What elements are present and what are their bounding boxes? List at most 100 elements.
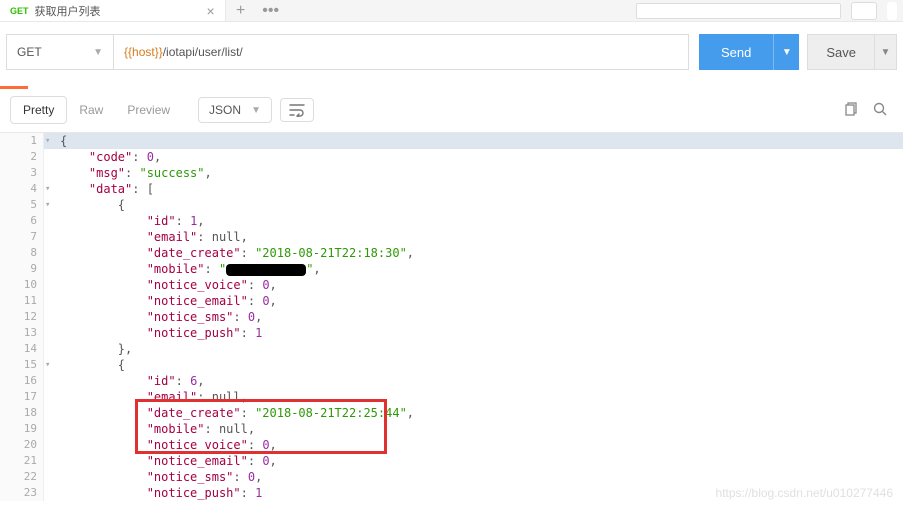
save-button[interactable]: Save [807, 34, 875, 70]
redacted-value [226, 264, 306, 276]
code-line[interactable]: 13 "notice_push": 1 [0, 325, 903, 341]
method-select[interactable]: GET ▼ [6, 34, 114, 70]
env-preview-button[interactable] [851, 2, 877, 20]
format-select[interactable]: JSON ▼ [198, 97, 272, 123]
code-line[interactable]: 6 "id": 1, [0, 213, 903, 229]
line-number: 16 [0, 373, 44, 389]
code-line[interactable]: 4▾ "data": [ [0, 181, 903, 197]
line-number: 17 [0, 389, 44, 405]
line-number: 18 [0, 405, 44, 421]
fold-icon[interactable]: ▾ [44, 357, 54, 373]
code-content: "code": 0, [54, 149, 161, 165]
code-line[interactable]: 1▾{ [0, 133, 903, 149]
settings-button[interactable] [887, 2, 897, 20]
code-line[interactable]: 9 "mobile": "", [0, 261, 903, 277]
add-tab-button[interactable]: + [226, 2, 256, 20]
fold-icon [44, 213, 54, 229]
fold-icon[interactable]: ▾ [44, 133, 54, 149]
code-line[interactable]: 5▾ { [0, 197, 903, 213]
fold-icon [44, 373, 54, 389]
code-content: "date_create": "2018-08-21T22:25:44", [54, 405, 414, 421]
code-content: { [54, 133, 67, 149]
line-number: 19 [0, 421, 44, 437]
code-line[interactable]: 14 }, [0, 341, 903, 357]
save-dropdown[interactable]: ▼ [875, 34, 897, 70]
request-tab[interactable]: GET 获取用户列表 × [0, 0, 226, 21]
fold-icon [44, 341, 54, 357]
view-tab-preview[interactable]: Preview [115, 97, 182, 123]
code-line[interactable]: 12 "notice_sms": 0, [0, 309, 903, 325]
line-number: 2 [0, 149, 44, 165]
line-number: 13 [0, 325, 44, 341]
fold-icon [44, 405, 54, 421]
line-number: 23 [0, 485, 44, 501]
code-line[interactable]: 11 "notice_email": 0, [0, 293, 903, 309]
fold-icon [44, 325, 54, 341]
code-content: "notice_email": 0, [54, 293, 277, 309]
line-number: 10 [0, 277, 44, 293]
code-content: "notice_push": 1 [54, 325, 262, 341]
code-line[interactable]: 16 "id": 6, [0, 373, 903, 389]
fold-icon[interactable]: ▾ [44, 181, 54, 197]
code-content: "data": [ [54, 181, 154, 197]
fold-icon [44, 389, 54, 405]
view-tab-raw[interactable]: Raw [67, 97, 115, 123]
environment-selector[interactable] [636, 3, 841, 19]
code-line[interactable]: 15▾ { [0, 357, 903, 373]
fold-icon [44, 421, 54, 437]
send-dropdown[interactable]: ▼ [773, 34, 799, 70]
code-line[interactable]: 20 "notice_voice": 0, [0, 437, 903, 453]
fold-icon [44, 165, 54, 181]
code-line[interactable]: 18 "date_create": "2018-08-21T22:25:44", [0, 405, 903, 421]
line-number: 20 [0, 437, 44, 453]
line-number: 11 [0, 293, 44, 309]
code-content: "id": 6, [54, 373, 205, 389]
code-content: "email": null, [54, 229, 248, 245]
search-icon[interactable] [873, 102, 887, 119]
url-path: /iotapi/user/list/ [163, 45, 243, 59]
format-value: JSON [209, 103, 241, 117]
code-line[interactable]: 2 "code": 0, [0, 149, 903, 165]
code-line[interactable]: 8 "date_create": "2018-08-21T22:18:30", [0, 245, 903, 261]
fold-icon [44, 453, 54, 469]
code-line[interactable]: 10 "notice_voice": 0, [0, 277, 903, 293]
wrap-lines-button[interactable] [280, 98, 314, 122]
close-icon[interactable]: × [207, 3, 215, 19]
code-line[interactable]: 22 "notice_sms": 0, [0, 469, 903, 485]
response-body-editor[interactable]: 1▾{2 "code": 0,3 "msg": "success",4▾ "da… [0, 132, 903, 512]
tab-method-badge: GET [10, 6, 29, 16]
line-number: 14 [0, 341, 44, 357]
fold-icon [44, 293, 54, 309]
view-tab-pretty[interactable]: Pretty [10, 96, 67, 124]
fold-icon [44, 149, 54, 165]
code-content: "msg": "success", [54, 165, 212, 181]
code-line[interactable]: 21 "notice_email": 0, [0, 453, 903, 469]
fold-icon [44, 437, 54, 453]
fold-icon [44, 309, 54, 325]
tab-bar: GET 获取用户列表 × + ••• [0, 0, 903, 22]
url-input[interactable]: {{host}}/iotapi/user/list/ [114, 34, 689, 70]
code-content: "email": null, [54, 389, 248, 405]
tab-name: 获取用户列表 [35, 3, 101, 19]
code-content: }, [54, 341, 132, 357]
code-content: "notice_voice": 0, [54, 437, 277, 453]
line-number: 1 [0, 133, 44, 149]
code-content: "mobile": "", [54, 261, 321, 277]
line-number: 6 [0, 213, 44, 229]
copy-icon[interactable] [845, 102, 859, 119]
response-toolbar: Pretty Raw Preview JSON ▼ [0, 82, 903, 132]
code-line[interactable]: 17 "email": null, [0, 389, 903, 405]
line-number: 9 [0, 261, 44, 277]
code-line[interactable]: 3 "msg": "success", [0, 165, 903, 181]
line-number: 3 [0, 165, 44, 181]
code-line[interactable]: 7 "email": null, [0, 229, 903, 245]
fold-icon [44, 261, 54, 277]
fold-icon[interactable]: ▾ [44, 197, 54, 213]
tab-overflow-button[interactable]: ••• [256, 2, 286, 20]
send-button[interactable]: Send [699, 34, 773, 70]
code-content: "id": 1, [54, 213, 205, 229]
code-content: "date_create": "2018-08-21T22:18:30", [54, 245, 414, 261]
code-line[interactable]: 19 "mobile": null, [0, 421, 903, 437]
url-host-variable: {{host}} [124, 45, 163, 59]
code-content: "mobile": null, [54, 421, 255, 437]
